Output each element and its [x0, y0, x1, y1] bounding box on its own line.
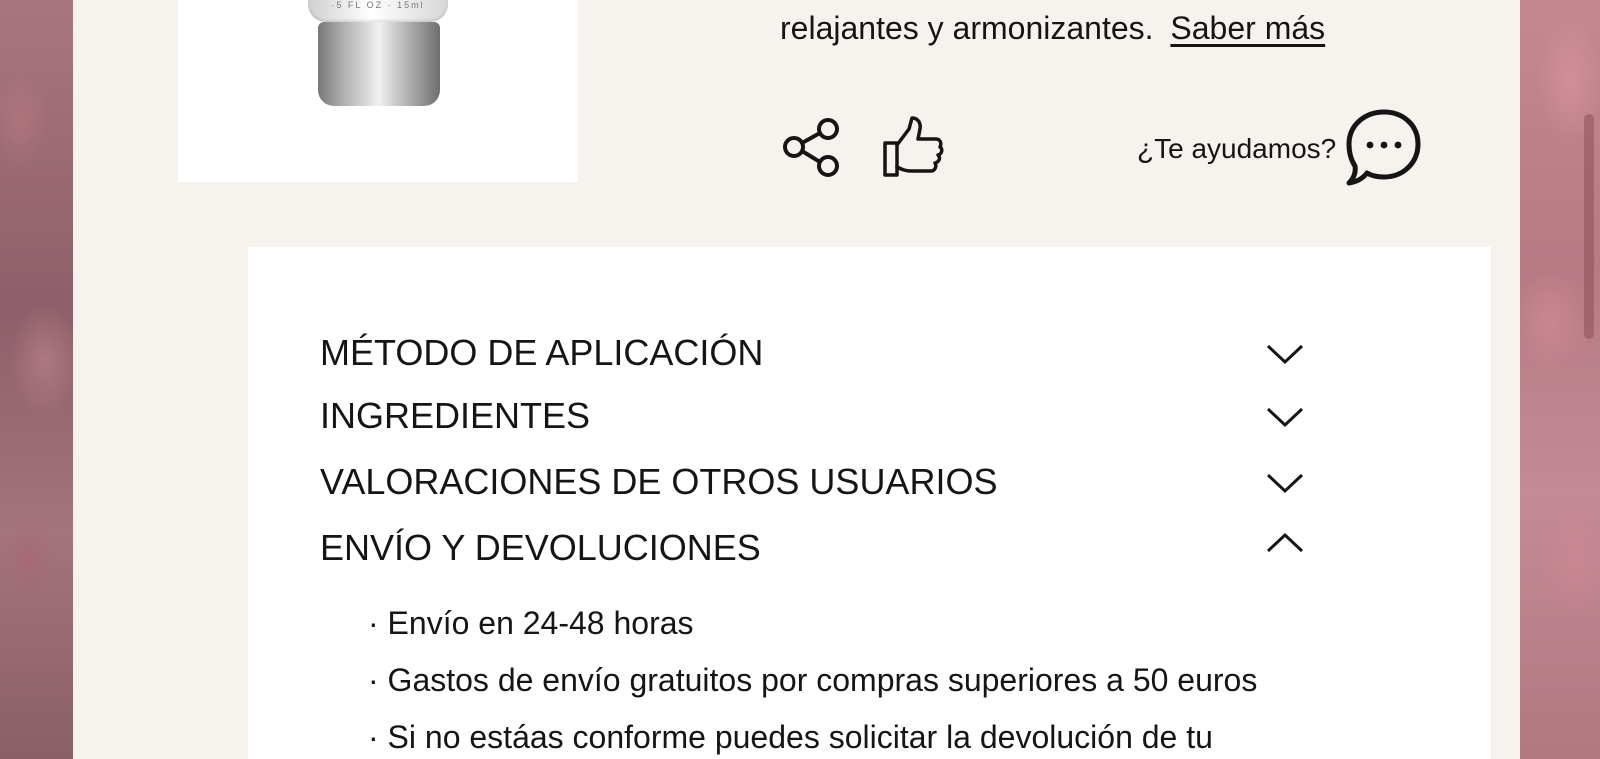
chat-button[interactable] — [1345, 108, 1423, 186]
chevron-down-icon — [1266, 473, 1304, 494]
saber-mas-link[interactable]: Saber más — [1170, 10, 1325, 46]
accordion-item-metodo[interactable]: MÉTODO DE APLICACIÓN — [320, 327, 1310, 379]
chat-bubble-icon — [1346, 109, 1421, 186]
share-button[interactable] — [781, 116, 843, 178]
shipping-detail: · Envío en 24-48 horas — [368, 605, 694, 641]
thumbs-up-icon — [883, 116, 944, 177]
background-left — [0, 0, 73, 759]
share-icon — [783, 118, 839, 177]
accordion-title: VALORACIONES DE OTROS USUARIOS — [320, 461, 998, 502]
scrollbar-thumb[interactable] — [1584, 114, 1594, 339]
accordion-card: MÉTODO DE APLICACIÓN INGREDIENTES VALORA… — [248, 247, 1491, 759]
description-text: relajantes y armonizantes. — [780, 10, 1154, 46]
accordion-item-envio[interactable]: ENVÍO Y DEVOLUCIONES — [320, 522, 1310, 574]
chevron-up-icon — [1266, 532, 1304, 553]
accordion-title: MÉTODO DE APLICACIÓN — [320, 332, 764, 373]
shipping-detail: · Si no estáas conforme puedes solicitar… — [368, 719, 1213, 755]
product-image: ·5 FL OZ · 15ml — [178, 0, 578, 182]
accordion-item-ingredientes[interactable]: INGREDIENTES — [320, 390, 1310, 442]
like-button[interactable] — [881, 115, 945, 179]
product-panel: ·5 FL OZ · 15ml relajantes y armonizante… — [73, 0, 1520, 759]
accordion-title: ENVÍO Y DEVOLUCIONES — [320, 527, 761, 568]
chevron-down-icon — [1266, 344, 1304, 365]
help-prompt: ¿Te ayudamos? — [1137, 133, 1337, 164]
accordion-title: INGREDIENTES — [320, 395, 591, 436]
accordion-item-valoraciones[interactable]: VALORACIONES DE OTROS USUARIOS — [320, 456, 1310, 508]
product-description: relajantes y armonizantes. Saber más — [780, 8, 1325, 48]
bottle-label: ·5 FL OZ · 15ml — [331, 0, 425, 10]
background-right — [1520, 0, 1600, 759]
shipping-detail: · Gastos de envío gratuitos por compras … — [368, 662, 1258, 698]
bottle-cap — [318, 22, 440, 106]
chevron-down-icon — [1266, 407, 1304, 428]
